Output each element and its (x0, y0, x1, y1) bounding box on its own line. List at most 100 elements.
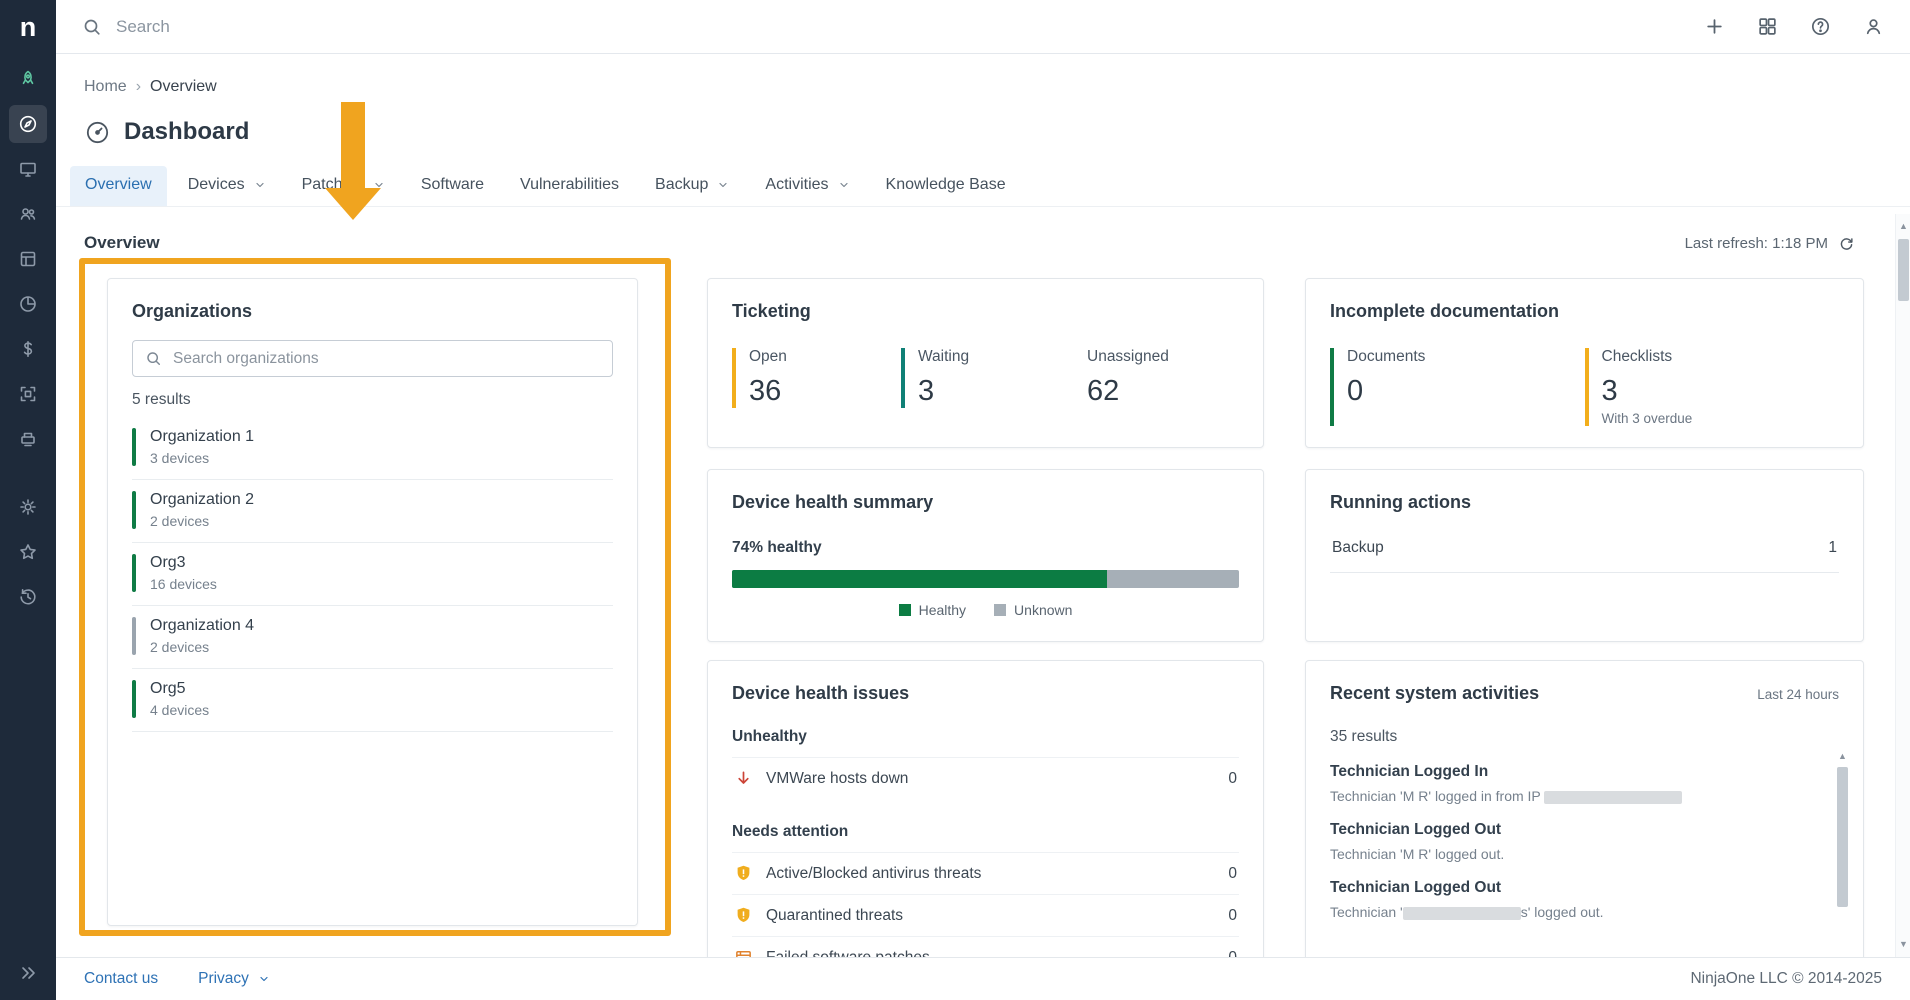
search-input[interactable] (116, 17, 536, 37)
tab-backup[interactable]: Backup (640, 166, 744, 206)
sidebar-item-devices[interactable] (9, 150, 47, 188)
privacy-link[interactable]: Privacy (198, 970, 270, 988)
organizations-search (132, 340, 613, 377)
issue-row[interactable]: Failed software patches 0 (732, 936, 1239, 957)
sidebar-item-getting-started[interactable] (9, 60, 47, 98)
add-new-button[interactable] (1704, 16, 1725, 37)
organization-row[interactable]: Organization 2 2 devices (132, 480, 613, 543)
org-device-count: 4 devices (150, 702, 613, 718)
tab-overview[interactable]: Overview (70, 166, 167, 206)
sidebar-item-backup[interactable] (9, 420, 47, 458)
device-health-issues-title: Device health issues (732, 683, 1239, 704)
sidebar-item-settings[interactable] (9, 488, 47, 526)
issue-row[interactable]: VMWare hosts down 0 (732, 757, 1239, 799)
organization-row[interactable]: Org3 16 devices (132, 543, 613, 606)
org-status-bar (132, 617, 136, 655)
documentation-stat-documents[interactable]: Documents 0 (1330, 348, 1585, 426)
activity-subtitle: Technician 'M R' logged in from IP (1330, 788, 1809, 804)
tab-patching[interactable]: Patching (287, 166, 400, 206)
activity-subtitle-text: Technician 'M R' logged in from IP (1330, 788, 1544, 804)
ninjaone-logo[interactable]: n (20, 0, 37, 54)
shield-amber-icon (734, 864, 753, 883)
tab-label: Patching (302, 176, 364, 194)
issue-row[interactable]: Active/Blocked antivirus threats 0 (732, 852, 1239, 894)
tab-devices[interactable]: Devices (173, 166, 281, 206)
legend-item-healthy: Healthy (899, 602, 966, 618)
sidebar-item-billing[interactable] (9, 330, 47, 368)
activities-range-label: Last 24 hours (1757, 687, 1839, 702)
scroll-up-arrow[interactable]: ▲ (1896, 219, 1910, 233)
tab-vulnerabilities[interactable]: Vulnerabilities (505, 166, 634, 206)
sidebar-item-reports[interactable] (9, 285, 47, 323)
incomplete-documentation-title: Incomplete documentation (1330, 301, 1839, 322)
running-action-row[interactable]: Backup 1 (1330, 521, 1839, 573)
ticketing-title: Ticketing (732, 301, 1239, 322)
expand-double-chevron-icon (18, 963, 38, 983)
org-name: Organization 2 (150, 491, 613, 509)
sidebar-item-end-users[interactable] (9, 195, 47, 233)
organizations-card: Organizations 5 results Organization 1 3… (107, 278, 638, 926)
sidebar-item-remote-tools[interactable] (9, 240, 47, 278)
issue-label: VMWare hosts down (766, 770, 908, 788)
activity-item[interactable]: Technician Logged Out Technician 'M R' l… (1330, 821, 1839, 862)
ticketing-stat-unassigned[interactable]: Unassigned 62 (1070, 348, 1239, 408)
sidebar-item-asset-discovery[interactable] (9, 375, 47, 413)
contact-us-link[interactable]: Contact us (84, 970, 158, 988)
scroll-up-arrow[interactable]: ▲ (1835, 749, 1850, 763)
organization-row[interactable]: Organization 4 2 devices (132, 606, 613, 669)
stat-label: Open (749, 348, 901, 366)
organization-row[interactable]: Org5 4 devices (132, 669, 613, 732)
refresh-icon[interactable] (1838, 235, 1855, 252)
user-profile-button[interactable] (1863, 16, 1884, 37)
overview-section-title: Overview (84, 233, 160, 253)
activities-scrollbar[interactable]: ▲ (1835, 749, 1850, 957)
tab-activities[interactable]: Activities (750, 166, 864, 206)
search-icon (145, 350, 162, 367)
stat-value: 0 (1347, 375, 1585, 408)
apps-grid-button[interactable] (1757, 16, 1778, 37)
activity-title: Technician Logged Out (1330, 879, 1809, 897)
legend-label: Unknown (1014, 602, 1072, 618)
tab-label: Software (421, 176, 484, 194)
privacy-label: Privacy (198, 970, 249, 988)
star-icon (18, 542, 38, 562)
activity-item[interactable]: Technician Logged In Technician 'M R' lo… (1330, 763, 1839, 804)
ticketing-stat-waiting[interactable]: Waiting 3 (901, 348, 1070, 408)
help-button[interactable] (1810, 16, 1831, 37)
main-scrollbar[interactable]: ▲ ▼ (1895, 214, 1910, 957)
compass-icon (18, 114, 38, 134)
breadcrumb-home[interactable]: Home (84, 78, 127, 96)
sidebar-item-history[interactable] (9, 578, 47, 616)
scrollbar-thumb[interactable] (1837, 767, 1848, 907)
scrollbar-thumb[interactable] (1898, 239, 1909, 301)
chevron-down-icon (258, 973, 270, 985)
tab-knowledge-base[interactable]: Knowledge Base (871, 166, 1021, 206)
main-content: Home › Overview Dashboard Overview Devic… (56, 54, 1910, 957)
sidebar-item-dashboard[interactable] (9, 105, 47, 143)
backup-device-icon (18, 429, 38, 449)
health-progress-bar (732, 570, 1239, 588)
copyright-text: NinjaOne LLC © 2014-2025 (1690, 970, 1882, 988)
issue-value: 0 (1228, 770, 1237, 788)
organization-row[interactable]: Organization 1 3 devices (132, 417, 613, 480)
panels-icon (18, 249, 38, 269)
page-header: Dashboard (56, 96, 1910, 146)
scroll-down-arrow[interactable]: ▼ (1896, 937, 1910, 951)
sidebar-item-favorites[interactable] (9, 533, 47, 571)
activity-item[interactable]: Technician Logged Out Technician 's' log… (1330, 879, 1839, 920)
device-health-summary-title: Device health summary (732, 492, 1239, 513)
issue-row[interactable]: Quarantined threats 0 (732, 894, 1239, 936)
tab-software[interactable]: Software (406, 166, 499, 206)
documentation-stat-checklists[interactable]: Checklists 3 With 3 overdue (1585, 348, 1840, 426)
stat-note: With 3 overdue (1602, 411, 1840, 426)
breadcrumb: Home › Overview (56, 54, 1910, 96)
stat-label: Waiting (918, 348, 1070, 366)
ticketing-card: Ticketing Open 36 Waiting 3 Unassigned 6… (707, 278, 1264, 448)
healthy-swatch (899, 604, 911, 616)
chevron-down-icon (373, 179, 385, 191)
ticketing-stat-open[interactable]: Open 36 (732, 348, 901, 408)
patch-window-icon (734, 948, 753, 957)
issue-label: Failed software patches (766, 949, 930, 958)
sidebar-expand-button[interactable] (9, 954, 47, 992)
organizations-search-input[interactable] (173, 350, 600, 368)
